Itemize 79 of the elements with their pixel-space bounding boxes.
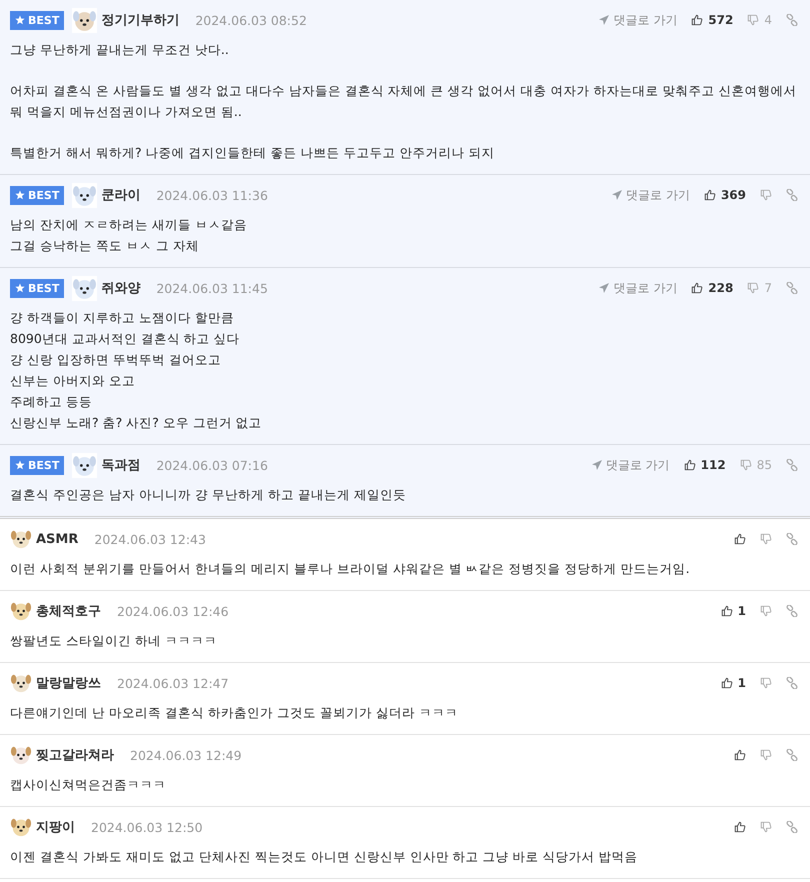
author-name[interactable]: ASMR [36, 532, 78, 546]
comment-text: 남의 잔치에 ㅈㄹ하려는 새끼들 ㅂㅅ같음 [10, 216, 248, 234]
like-count: 572 [708, 13, 734, 27]
send-arrow-icon [611, 189, 624, 201]
dislike-count: 4 [764, 13, 772, 27]
thumbs-up-icon[interactable] [720, 677, 733, 689]
comment-text: 걍 하객들이 지루하고 노잼이다 할만큼 [10, 309, 235, 327]
author-name[interactable]: 정기기부하기 [101, 11, 180, 29]
thumbs-up-icon[interactable] [691, 282, 704, 294]
comment-date: 2024.06.03 11:36 [156, 188, 268, 202]
thumbs-down-icon[interactable] [747, 282, 760, 294]
comment-date: 2024.06.03 12:46 [117, 604, 229, 618]
comment-date: 2024.06.03 11:45 [156, 280, 268, 296]
thumbs-down-icon[interactable] [747, 14, 760, 26]
comment-text: 주례하고 등등 [10, 393, 93, 411]
like-count: 369 [720, 188, 746, 202]
like-count: 1 [738, 604, 746, 618]
author-name[interactable]: 쿤라이 [101, 186, 140, 204]
link-icon[interactable] [786, 282, 798, 294]
thumbs-down-icon[interactable] [760, 189, 772, 201]
comment-text: 이런 사회적 분위기를 만들어서 한녀들의 메리지 블루나 브라이덜 샤워같은 별 ㅄ같은 정병짓을 정당하게 만드는거임. [10, 560, 691, 578]
comment-date: 2024.06.03 08:52 [195, 12, 307, 28]
thumbs-up-icon[interactable] [720, 605, 733, 617]
link-icon[interactable] [786, 821, 798, 833]
comment-text: 8090년대 교과서적인 결혼식 하고 싶다 [10, 330, 241, 348]
comment-text: 어차피 결혼식 온 사람들도 별 생각 없고 대다수 남자들은 결혼식 자체에 큰 생각 없어서 대충 여자가 하자는대로 맞춰주고 신혼여행에서 뭐 먹을지 메뉴선점권이나 가져오면 됨.. [10, 82, 798, 121]
comment-date: 2024.06.03 12:49 [130, 748, 242, 762]
comment-text: 쌍팔년도 스타일이긴 하네 ㅋㅋㅋㅋ [10, 632, 218, 650]
send-arrow-icon [598, 14, 610, 26]
comment-text: 그걸 승낙하는 쪽도 ㅂㅅ 그 자체 [10, 237, 200, 255]
thumbs-down-icon[interactable] [760, 749, 772, 761]
comment-date: 2024.06.03 12:47 [117, 676, 229, 690]
comment-date: 2024.06.03 12:50 [91, 820, 203, 834]
comment-text: 캡사이신쳐먹은건좀ㅋㅋㅋ [10, 776, 167, 794]
link-icon[interactable] [786, 605, 798, 617]
comment-text: 다른얘기인데 난 마오리족 결혼식 하카춤인가 그것도 꼴뵈기가 싫더라 ㅋㅋㅋ [10, 704, 459, 722]
best-badge: BEST [10, 456, 64, 474]
comment-text: 특별한거 해서 뭐하게? 나중에 겹지인들한테 좋든 나쁘든 두고두고 안주거리나 되지 [10, 144, 496, 162]
send-arrow-icon [590, 459, 603, 471]
thumbs-up-icon[interactable] [684, 459, 696, 471]
author-name[interactable]: 독과점 [101, 456, 140, 474]
comment-text: 그냥 무난하게 끝내는게 무조건 낫다.. [10, 41, 230, 59]
link-icon[interactable] [786, 14, 798, 26]
link-icon[interactable] [786, 677, 798, 689]
dislike-count: 7 [764, 281, 772, 295]
comment-text: 결혼식 주인공은 남자 아니니까 걍 무난하게 하고 끝내는게 제일인듯 [10, 486, 407, 504]
comment-text: 신부는 아버지와 오고 [10, 372, 136, 390]
like-count: 228 [708, 281, 734, 295]
thumbs-up-icon[interactable] [691, 14, 704, 26]
author-name[interactable]: 지팡이 [36, 818, 75, 836]
thumbs-up-icon[interactable] [734, 821, 746, 833]
like-count: 1 [738, 676, 746, 690]
send-arrow-icon [598, 282, 610, 294]
best-badge: BEST [10, 186, 64, 204]
thumbs-down-icon[interactable] [760, 533, 772, 545]
comment-date: 2024.06.03 12:43 [94, 532, 206, 546]
thumbs-up-icon[interactable] [734, 749, 746, 761]
thumbs-up-icon[interactable] [704, 189, 716, 201]
link-icon[interactable] [786, 749, 798, 761]
best-badge: BEST [10, 278, 64, 298]
thumbs-down-icon[interactable] [740, 459, 752, 471]
like-count: 112 [700, 458, 726, 472]
thumbs-down-icon[interactable] [760, 605, 772, 617]
comment-date: 2024.06.03 07:16 [156, 458, 268, 472]
thumbs-down-icon[interactable] [760, 821, 772, 833]
link-icon[interactable] [786, 533, 798, 545]
link-icon[interactable] [786, 459, 798, 471]
author-name[interactable]: 총체적호구 [36, 602, 101, 620]
author-name[interactable]: 말랑말랑쓰 [36, 674, 101, 692]
link-icon[interactable] [786, 189, 798, 201]
comment-text: 신랑신부 노래? 춤? 사진? 오우 그런거 없고 [10, 414, 263, 432]
thumbs-up-icon[interactable] [734, 533, 746, 545]
best-badge: BEST [10, 10, 64, 30]
thumbs-down-icon[interactable] [760, 677, 772, 689]
author-name[interactable]: 쥐와양 [101, 279, 140, 297]
author-name[interactable]: 찢고갈라쳐라 [36, 746, 114, 764]
comment-text: 걍 신랑 입장하면 뚜벅뚜벅 걸어오고 [10, 351, 222, 369]
comment-text: 이젠 결혼식 가봐도 재미도 없고 단체사진 찍는것도 아니면 신랑신부 인사만 하고 그냥 바로 식당가서 밥먹음 [10, 848, 639, 866]
dislike-count: 85 [756, 458, 772, 472]
